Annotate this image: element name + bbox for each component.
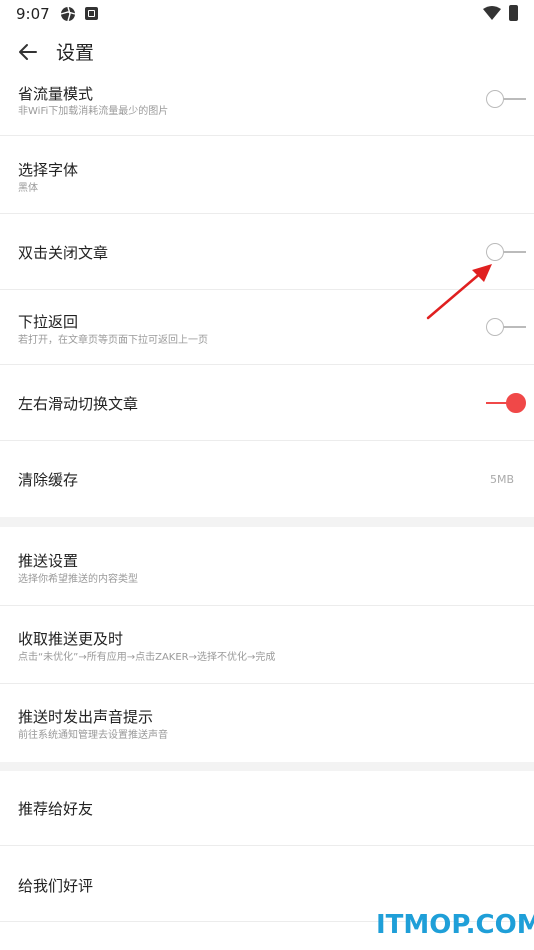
setting-title: 省流量模式 bbox=[18, 85, 94, 103]
battery-icon bbox=[509, 5, 518, 21]
setting-subtitle: 若打开，在文章页等页面下拉可返回上一页 bbox=[18, 335, 208, 346]
watermark-text: ITMOP.COM bbox=[376, 910, 534, 940]
cache-size-value: 5MB bbox=[489, 473, 514, 486]
setting-row-push-settings[interactable]: 推送设置 选择你希望推送的内容类型 bbox=[0, 527, 534, 606]
app-notification-icon bbox=[85, 7, 98, 20]
setting-title: 推送设置 bbox=[18, 552, 79, 570]
setting-subtitle: 点击“未优化”→所有应用→点击ZAKER→选择不优化→完成 bbox=[18, 652, 276, 663]
swipe-switch-article-switch[interactable] bbox=[486, 392, 526, 414]
back-arrow-icon[interactable] bbox=[16, 40, 40, 64]
setting-row-push-timely[interactable]: 收取推送更及时 点击“未优化”→所有应用→点击ZAKER→选择不优化→完成 bbox=[0, 606, 534, 684]
switch-knob bbox=[506, 393, 526, 413]
section-divider bbox=[0, 762, 534, 771]
status-time: 9:07 bbox=[16, 5, 50, 23]
status-bar: 9:07 bbox=[0, 0, 534, 28]
setting-title: 推荐给好友 bbox=[18, 800, 94, 818]
setting-row-swipe-switch-article[interactable]: 左右滑动切换文章 bbox=[0, 365, 534, 441]
setting-subtitle: 黑体 bbox=[18, 183, 38, 194]
setting-title: 推送时发出声音提示 bbox=[18, 708, 154, 726]
setting-title: 双击关闭文章 bbox=[18, 244, 109, 262]
setting-row-font[interactable]: 选择字体 黑体 bbox=[0, 136, 534, 214]
app-bar: 设置 bbox=[0, 28, 534, 75]
section-divider bbox=[0, 517, 534, 527]
annotation-arrow-icon bbox=[426, 264, 492, 320]
setting-title: 下拉返回 bbox=[18, 313, 79, 331]
setting-subtitle: 前往系统通知管理去设置推送声音 bbox=[18, 730, 168, 741]
setting-subtitle: 选择你希望推送的内容类型 bbox=[18, 574, 138, 585]
setting-row-recommend-friends[interactable]: 推荐给好友 bbox=[0, 771, 534, 846]
setting-title: 选择字体 bbox=[18, 161, 79, 179]
setting-row-clear-cache[interactable]: 清除缓存 5MB bbox=[0, 441, 534, 517]
setting-row-data-saver[interactable]: 省流量模式 非WiFi下加载消耗流量最少的图片 bbox=[0, 75, 534, 136]
setting-title: 给我们好评 bbox=[18, 877, 94, 895]
setting-title: 清除缓存 bbox=[18, 471, 79, 489]
setting-title: 左右滑动切换文章 bbox=[18, 395, 139, 413]
page-title: 设置 bbox=[56, 42, 95, 64]
setting-row-push-sound[interactable]: 推送时发出声音提示 前往系统通知管理去设置推送声音 bbox=[0, 684, 534, 762]
switch-knob bbox=[486, 90, 504, 108]
setting-subtitle: 非WiFi下加载消耗流量最少的图片 bbox=[18, 106, 169, 117]
wifi-icon bbox=[483, 6, 501, 20]
data-saver-switch[interactable] bbox=[486, 88, 526, 110]
aperture-icon bbox=[60, 6, 76, 22]
setting-title: 收取推送更及时 bbox=[18, 630, 124, 648]
